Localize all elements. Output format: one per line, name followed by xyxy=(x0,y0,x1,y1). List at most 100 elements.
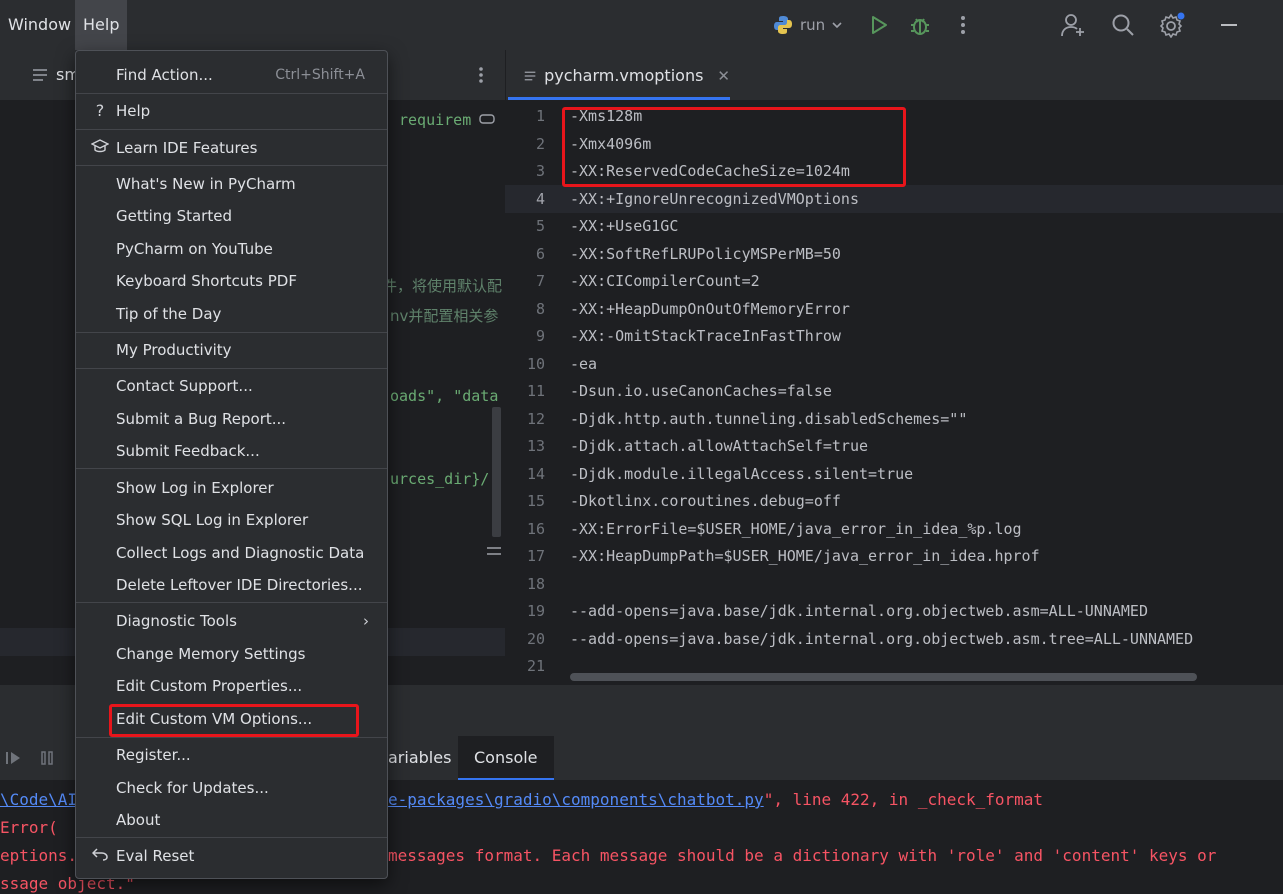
menu-item-label: Tip of the Day xyxy=(116,305,222,323)
line-number: 19 xyxy=(526,602,545,620)
file-lines-icon xyxy=(524,71,536,80)
line-number: 1 xyxy=(535,107,545,125)
line-number: 4 xyxy=(535,190,545,208)
equals-icon xyxy=(487,547,501,555)
menu-item-label: Show Log in Explorer xyxy=(116,479,274,497)
code-comment-fragment: nv并配置相关参 xyxy=(390,307,499,325)
menu-item-keyboard-shortcuts[interactable]: Keyboard Shortcuts PDF xyxy=(76,266,387,296)
run-icon[interactable] xyxy=(866,12,892,38)
line-number: 18 xyxy=(526,575,545,593)
menu-item-show-sql-log[interactable]: Show SQL Log in Explorer xyxy=(76,505,387,535)
menu-window[interactable]: Window xyxy=(0,0,79,50)
run-config-label: run xyxy=(800,16,826,34)
code-line: -XX:ErrorFile=$USER_HOME/java_error_in_i… xyxy=(570,520,1022,538)
menu-item-show-log[interactable]: Show Log in Explorer xyxy=(76,473,387,503)
resume-icon[interactable] xyxy=(6,751,22,765)
menu-item-label: PyCharm on YouTube xyxy=(116,240,273,258)
line-number: 21 xyxy=(526,657,545,675)
menu-item-label: What's New in PyCharm xyxy=(116,175,296,193)
file-lines-icon xyxy=(33,69,47,81)
menu-item-delete-leftover[interactable]: Delete Leftover IDE Directories... xyxy=(76,570,387,600)
menu-item-help[interactable]: ? Help xyxy=(76,96,387,126)
menu-item-productivity[interactable]: My Productivity xyxy=(76,335,387,365)
debug-icon[interactable] xyxy=(907,12,933,38)
menu-item-eval-reset[interactable]: Eval Reset xyxy=(76,841,387,871)
menu-separator xyxy=(76,165,387,166)
code-line: -XX:SoftRefLRUPolicyMSPerMB=50 xyxy=(570,245,841,263)
console-line-3b: messages format. Each message should be … xyxy=(388,846,1217,865)
console-line-1: \Code\AI xyxy=(0,790,77,809)
console-link[interactable]: e-packages\gradio\components\chatbot.py xyxy=(388,790,764,809)
menu-help[interactable]: Help xyxy=(75,0,128,50)
left-editor-scrollbar[interactable] xyxy=(492,407,501,537)
run-config-selector[interactable]: run xyxy=(772,12,843,38)
menu-separator xyxy=(76,737,387,738)
code-line: --add-opens=java.base/jdk.internal.org.o… xyxy=(570,602,1148,620)
more-vertical-icon[interactable] xyxy=(950,12,976,38)
menu-item-bug-report[interactable]: Submit a Bug Report... xyxy=(76,404,387,434)
shortcut-label: Ctrl+Shift+A xyxy=(275,67,365,83)
menu-item-getting-started[interactable]: Getting Started xyxy=(76,201,387,231)
line-number: 6 xyxy=(535,245,545,263)
tab-pycharm-vmoptions[interactable]: pycharm.vmoptions ✕ xyxy=(508,54,730,100)
menu-separator xyxy=(76,468,387,469)
line-number: 2 xyxy=(535,135,545,153)
python-icon xyxy=(774,16,792,34)
code-fragment: requirem xyxy=(399,111,472,129)
menu-item-about[interactable]: About xyxy=(76,805,387,835)
code-fragment: oads", "data xyxy=(390,387,499,405)
menu-item-label: Edit Custom Properties... xyxy=(116,677,303,695)
menu-help-label: Help xyxy=(83,15,120,34)
line-number: 12 xyxy=(526,410,545,428)
pause-icon[interactable] xyxy=(40,751,54,765)
console-line-3a: eptions. xyxy=(0,846,78,865)
menu-item-check-updates[interactable]: Check for Updates... xyxy=(76,773,387,803)
menu-item-collect-logs[interactable]: Collect Logs and Diagnostic Data xyxy=(76,538,387,568)
menu-item-find-action[interactable]: Find Action... Ctrl+Shift+A xyxy=(76,60,387,90)
code-line: -Djdk.attach.allowAttachSelf=true xyxy=(570,437,869,455)
menu-item-label: Submit Feedback... xyxy=(116,442,260,460)
menu-item-custom-properties[interactable]: Edit Custom Properties... xyxy=(76,671,387,701)
code-line: --add-opens=java.base/jdk.internal.org.o… xyxy=(570,630,1194,648)
line-number: 16 xyxy=(526,520,545,538)
menu-item-memory-settings[interactable]: Change Memory Settings xyxy=(76,639,387,669)
inlay-hint-icon xyxy=(479,114,495,124)
horizontal-scrollbar[interactable] xyxy=(570,673,1197,681)
menu-separator xyxy=(76,602,387,603)
search-icon[interactable] xyxy=(1110,12,1136,38)
menu-item-diagnostic-tools[interactable]: Diagnostic Tools › xyxy=(76,606,387,636)
chevron-down-icon xyxy=(832,22,842,29)
undo-arrow-icon xyxy=(90,841,110,871)
menu-item-whats-new[interactable]: What's New in PyCharm xyxy=(76,169,387,199)
console-line-2: Error( xyxy=(0,818,58,837)
tab-variables[interactable]: ariables xyxy=(388,736,451,780)
menu-separator xyxy=(76,93,387,94)
menu-item-contact-support[interactable]: Contact Support... xyxy=(76,371,387,401)
menu-item-register[interactable]: Register... xyxy=(76,740,387,770)
menu-item-label: Keyboard Shortcuts PDF xyxy=(116,272,297,290)
menu-item-label: Register... xyxy=(116,746,191,764)
help-menu-dropdown: Find Action... Ctrl+Shift+A ? Help Learn… xyxy=(75,50,388,879)
minimize-window-icon[interactable] xyxy=(1216,12,1242,38)
more-vertical-icon[interactable] xyxy=(478,66,484,84)
annotation-highlight-box xyxy=(109,704,359,737)
code-fragment: urces_dir}/ xyxy=(390,470,490,488)
menu-item-feedback[interactable]: Submit Feedback... xyxy=(76,436,387,466)
menu-item-learn-ide[interactable]: Learn IDE Features xyxy=(76,133,387,163)
add-user-icon[interactable] xyxy=(1060,12,1086,38)
menu-item-label: Change Memory Settings xyxy=(116,645,306,663)
tab-title: pycharm.vmoptions xyxy=(544,66,704,85)
code-line: -XX:-OmitStackTraceInFastThrow xyxy=(570,327,841,345)
menu-item-youtube[interactable]: PyCharm on YouTube xyxy=(76,234,387,264)
code-line: -XX:+UseG1GC xyxy=(570,217,679,235)
console-link[interactable]: \Code\AI xyxy=(0,790,77,809)
menu-separator xyxy=(76,368,387,369)
code-comment-fragment: 件，将使用默认配 xyxy=(382,277,503,295)
line-number: 8 xyxy=(535,300,545,318)
close-icon[interactable]: ✕ xyxy=(717,67,730,85)
menu-item-label: Eval Reset xyxy=(116,847,195,865)
settings-gear-icon[interactable] xyxy=(1159,12,1185,38)
code-line: -Djdk.module.illegalAccess.silent=true xyxy=(570,465,914,483)
menu-item-tip-of-day[interactable]: Tip of the Day xyxy=(76,299,387,329)
tab-console[interactable]: Console xyxy=(458,736,554,780)
